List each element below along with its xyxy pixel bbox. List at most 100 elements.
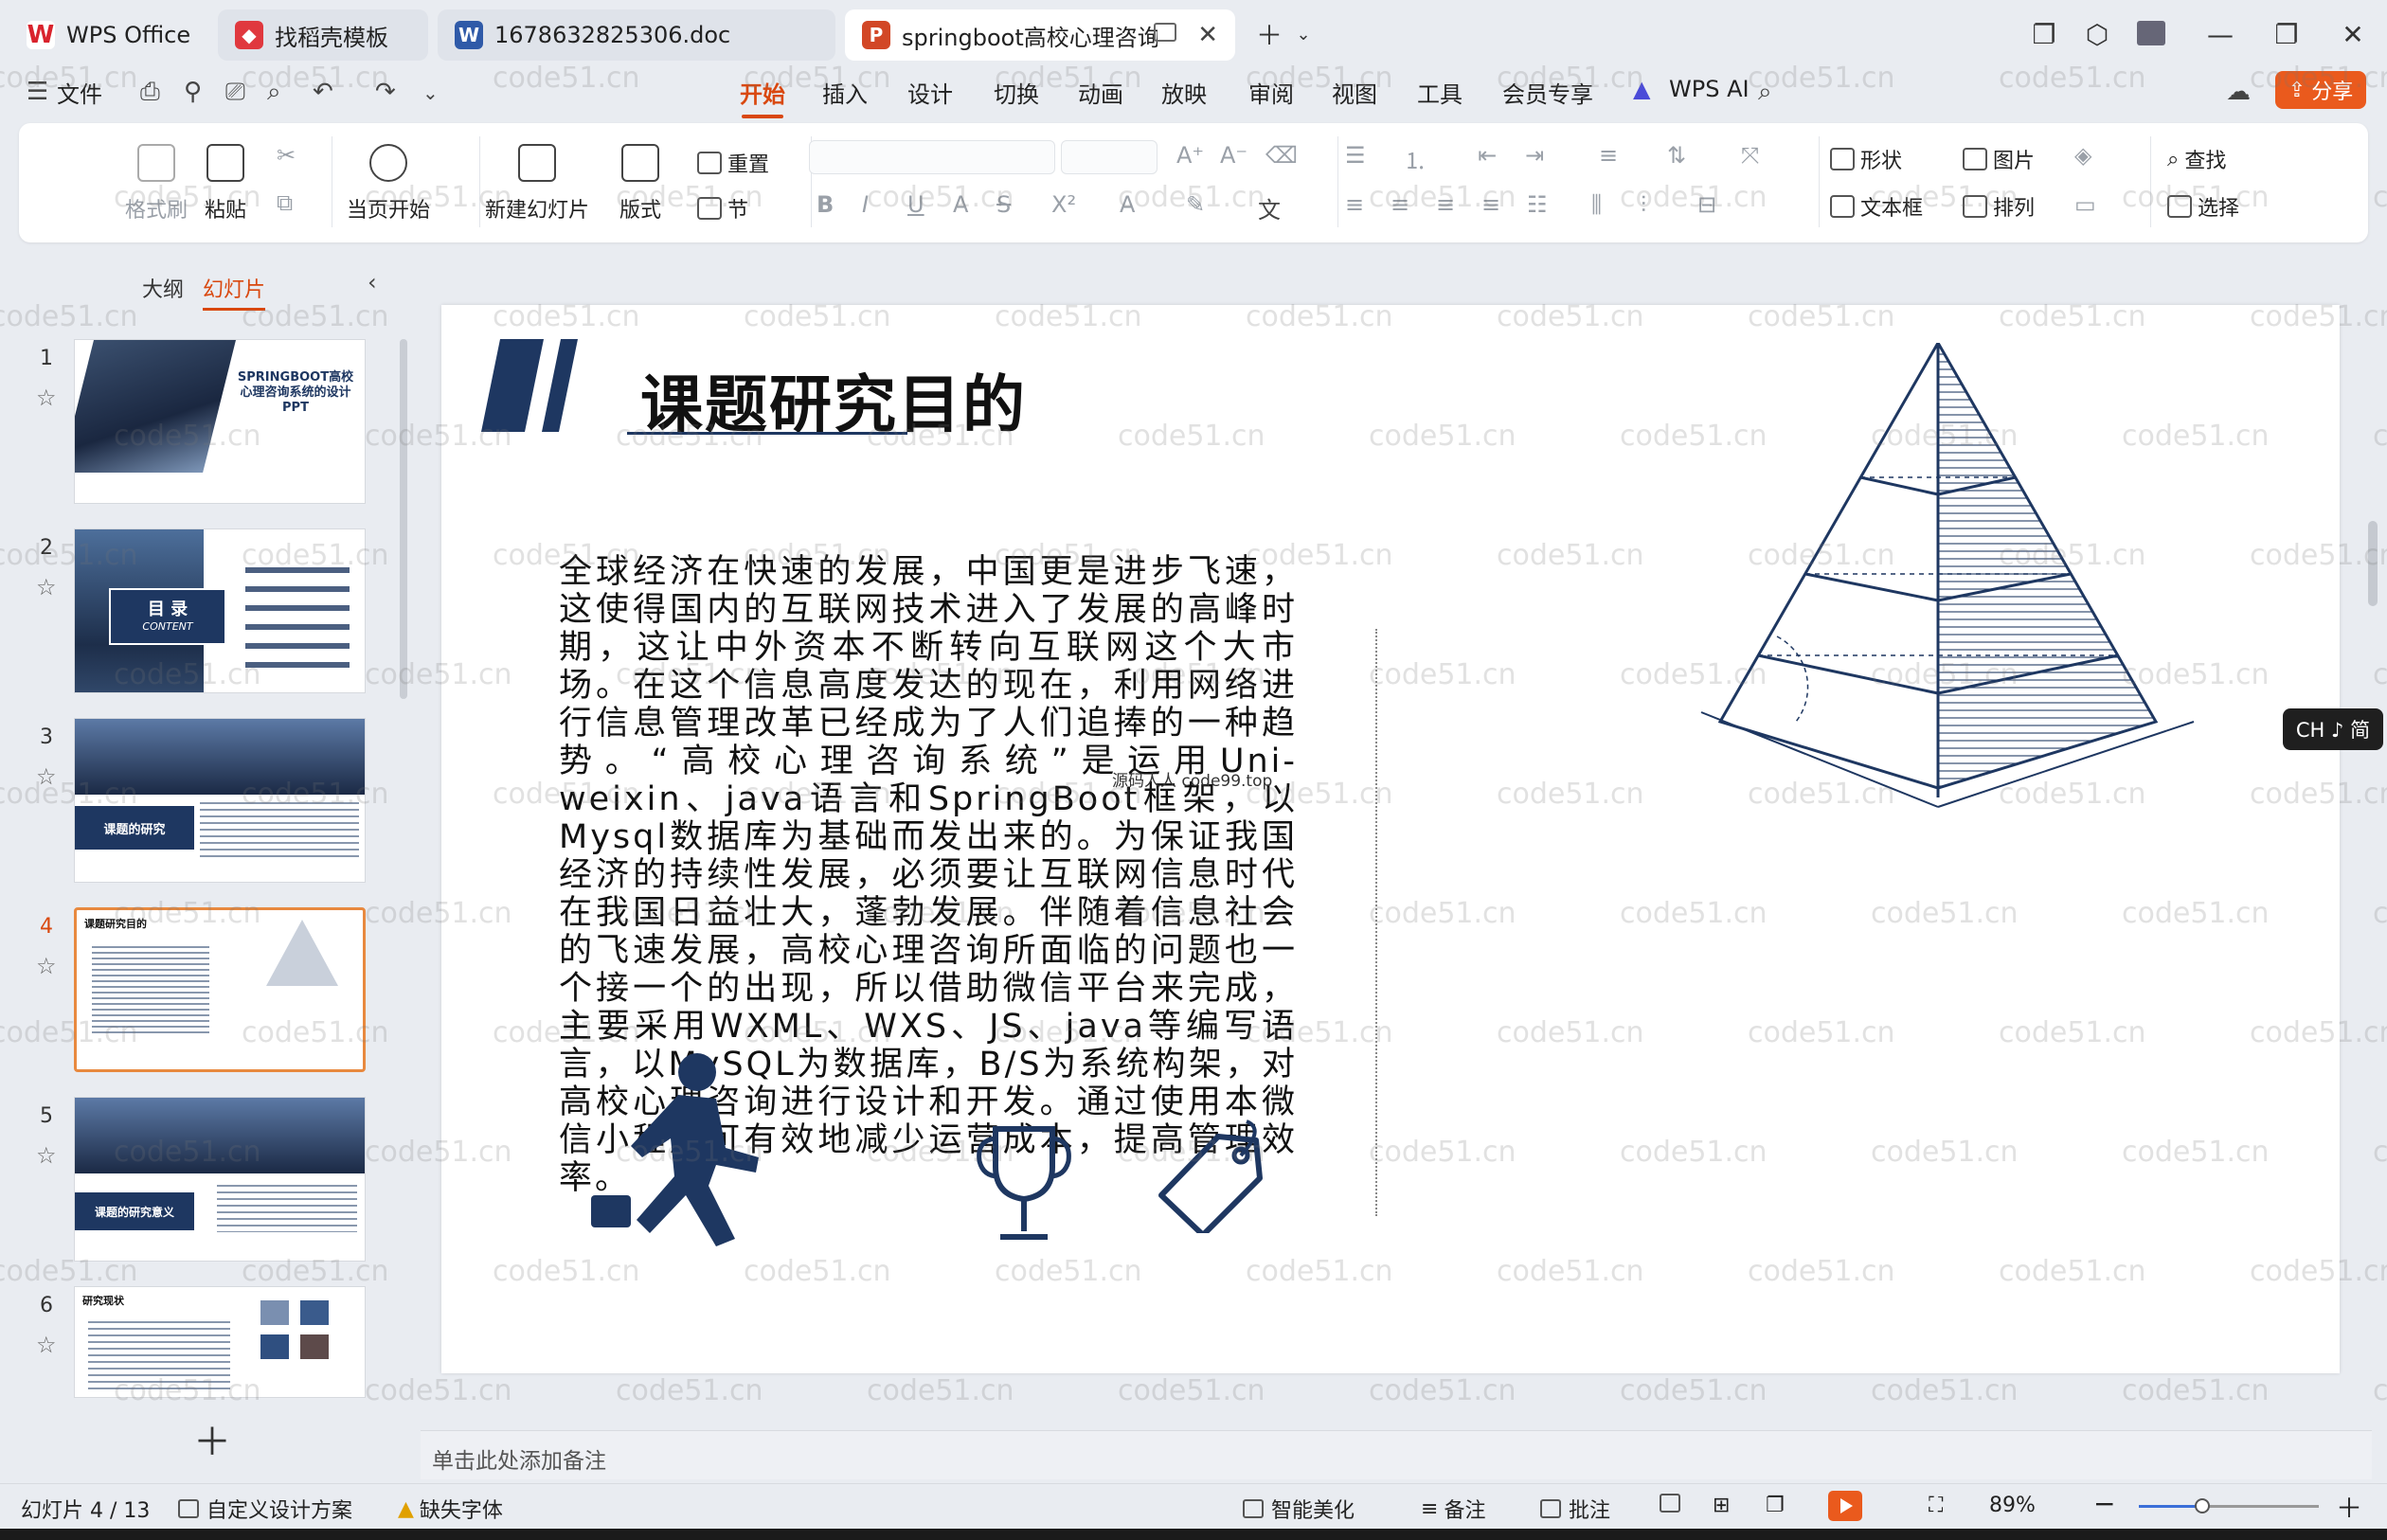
slide-thumbnail-6[interactable]: 研究现状 — [74, 1286, 366, 1398]
star-icon[interactable]: ☆ — [36, 574, 57, 600]
slide-thumbnail-5[interactable]: 课题的研究意义 — [74, 1097, 366, 1262]
outline-icon[interactable]: ▭ — [2074, 191, 2096, 218]
tab-doc-file[interactable]: W 1678632825306.doc — [438, 9, 835, 61]
menu-home[interactable]: 开始 — [740, 76, 785, 118]
close-icon[interactable]: ✕ — [1197, 21, 1218, 49]
textbox-button[interactable]: 文本框 — [1830, 191, 1923, 222]
fit-window-icon[interactable]: ⛶ — [1929, 1494, 1943, 1517]
clear-format-icon[interactable]: ⌫ — [1265, 142, 1298, 169]
underline-icon[interactable]: U — [907, 191, 924, 218]
font-color-icon[interactable]: A — [1120, 191, 1135, 218]
star-icon[interactable]: ☆ — [36, 1332, 57, 1358]
minimize-icon[interactable]: — — [2203, 17, 2237, 51]
decrease-font-icon[interactable]: A⁻ — [1220, 142, 1247, 169]
star-icon[interactable]: ☆ — [36, 953, 57, 979]
window-close-icon[interactable]: ✕ — [2336, 17, 2370, 51]
undo-icon[interactable]: ↶ — [313, 78, 333, 106]
grid-view-icon[interactable]: ⊞ — [1713, 1494, 1730, 1517]
more-chevron-icon[interactable]: ⌄ — [422, 81, 439, 104]
select-button[interactable]: 选择 — [2167, 191, 2239, 222]
paragraph-icon[interactable]: ⊟ — [1697, 191, 1716, 218]
menu-insert[interactable]: 插入 — [822, 76, 868, 109]
copy-icon[interactable]: ⧉ — [277, 189, 293, 216]
tab-docer-templates[interactable]: ◆ 找稻壳模板 — [218, 9, 428, 61]
export-icon[interactable]: ⚲ — [184, 78, 202, 106]
star-icon[interactable]: ☆ — [36, 385, 57, 411]
vertical-align-icon[interactable]: ⫶ — [1641, 191, 1646, 218]
format-painter-button[interactable]: 格式刷 — [125, 144, 188, 224]
increase-font-icon[interactable]: A⁺ — [1176, 142, 1204, 169]
align-right-icon[interactable]: ≡ — [1436, 191, 1455, 218]
line-spacing-icon[interactable]: ≡ — [1599, 142, 1618, 169]
distribute-icon[interactable]: ☷ — [1527, 191, 1548, 218]
columns-icon[interactable]: ⫼ — [1591, 191, 1602, 218]
numbered-list-icon[interactable]: ⒈ — [1404, 142, 1427, 175]
tab-outline[interactable]: 大纲 — [142, 273, 184, 303]
reset-button[interactable]: 重置 — [697, 148, 769, 178]
align-center-icon[interactable]: ≡ — [1391, 191, 1409, 218]
justify-icon[interactable]: ≡ — [1481, 191, 1500, 218]
menu-design[interactable]: 设计 — [907, 76, 953, 109]
hamburger-icon[interactable]: ☰ — [27, 78, 48, 106]
align-left-icon[interactable]: ≡ — [1345, 191, 1364, 218]
highlight-icon[interactable]: ✎ — [1186, 191, 1205, 218]
fill-icon[interactable]: ◈ — [2074, 142, 2091, 169]
slide-thumbnail-2[interactable]: 目 录 CONTENT — [74, 528, 366, 693]
zoom-slider-handle[interactable] — [2194, 1498, 2210, 1513]
star-icon[interactable]: ☆ — [36, 1142, 57, 1169]
window-layout-icon[interactable]: ❐ — [2027, 17, 2061, 51]
panel-scrollbar[interactable] — [400, 339, 407, 699]
menu-animation[interactable]: 动画 — [1078, 76, 1123, 109]
slide-editor[interactable]: 课题研究目的 全球经济在快速的发展，中国更是进步飞速，这使得国内的互联网技术进入… — [441, 305, 2340, 1373]
play-from-current-button[interactable]: 当页开始 — [347, 144, 430, 224]
menu-tools[interactable]: 工具 — [1417, 76, 1463, 109]
outdent-icon[interactable]: ⇤ — [1478, 142, 1497, 169]
print-preview-icon[interactable]: ⌕ — [267, 78, 281, 107]
picture-button[interactable]: 图片 — [1963, 144, 2035, 174]
reading-view-icon[interactable]: ❐ — [1766, 1494, 1785, 1517]
star-icon[interactable]: ☆ — [36, 763, 57, 790]
zoom-slider[interactable] — [2139, 1498, 2319, 1513]
italic-icon[interactable]: I — [862, 191, 869, 218]
missing-font-button[interactable]: ▲ 缺失字体 — [398, 1494, 503, 1524]
ime-indicator[interactable]: CH ♪ 简 — [2283, 708, 2383, 750]
sort-icon[interactable]: ⇅ — [1667, 142, 1686, 169]
avatar[interactable] — [2137, 21, 2165, 45]
slideshow-play-button[interactable] — [1828, 1491, 1862, 1521]
bold-icon[interactable]: B — [817, 191, 834, 218]
maximize-icon[interactable]: ❐ — [2270, 17, 2304, 51]
redo-icon[interactable]: ↷ — [375, 78, 396, 106]
save-icon[interactable]: ⎙ — [140, 78, 160, 107]
notes-pane[interactable]: 单击此处添加备注 — [421, 1430, 2372, 1479]
phonetic-icon[interactable]: 文 — [1258, 191, 1281, 224]
design-scheme-button[interactable]: 自定义设计方案 — [178, 1494, 352, 1524]
menu-file[interactable]: 文件 — [57, 76, 102, 109]
paste-button[interactable]: 粘贴 — [205, 144, 246, 224]
cut-icon[interactable]: ✂ — [277, 142, 296, 169]
bullet-list-icon[interactable]: ☰ — [1345, 142, 1366, 169]
slide-thumbnail-3[interactable]: 课题的研究 — [74, 718, 366, 883]
share-button[interactable]: ⇪ 分享 — [2275, 71, 2366, 109]
shadow-icon[interactable]: A — [953, 191, 968, 218]
new-slide-button[interactable]: 新建幻灯片 — [485, 144, 589, 224]
normal-view-icon[interactable] — [1660, 1494, 1680, 1513]
search-icon[interactable]: ⌕ — [1758, 78, 1772, 107]
canvas-scrollbar[interactable] — [2368, 521, 2378, 606]
shape-button[interactable]: 形状 — [1830, 144, 1902, 174]
tab-ppt-file[interactable]: P springboot高校心理咨询系统 ✕ — [845, 9, 1235, 61]
zoom-in-icon[interactable]: ＋ — [2336, 1488, 2362, 1526]
superscript-icon[interactable]: X² — [1051, 191, 1076, 218]
cloud-upload-icon[interactable]: ☁ — [2226, 78, 2251, 106]
menu-member[interactable]: 会员专享 — [1502, 76, 1593, 109]
strikethrough-icon[interactable]: S — [996, 191, 1011, 218]
chevron-down-icon[interactable]: ⌄ — [1286, 17, 1320, 51]
collapse-panel-icon[interactable]: ‹ — [368, 269, 377, 295]
slide-thumbnail-1[interactable]: SPRINGBOOT高校心理咨询系统的设计PPT — [74, 339, 366, 504]
indent-icon[interactable]: ⇥ — [1525, 142, 1544, 169]
menu-review[interactable]: 审阅 — [1248, 76, 1294, 109]
zoom-level[interactable]: 89% — [1989, 1494, 2036, 1517]
tab-slides[interactable]: 幻灯片 — [203, 273, 266, 311]
new-tab-icon[interactable]: ＋ — [1252, 17, 1286, 51]
print-icon[interactable]: ⎚ — [225, 78, 245, 107]
slide-thumbnail-4[interactable]: 课题研究目的 — [74, 907, 366, 1072]
